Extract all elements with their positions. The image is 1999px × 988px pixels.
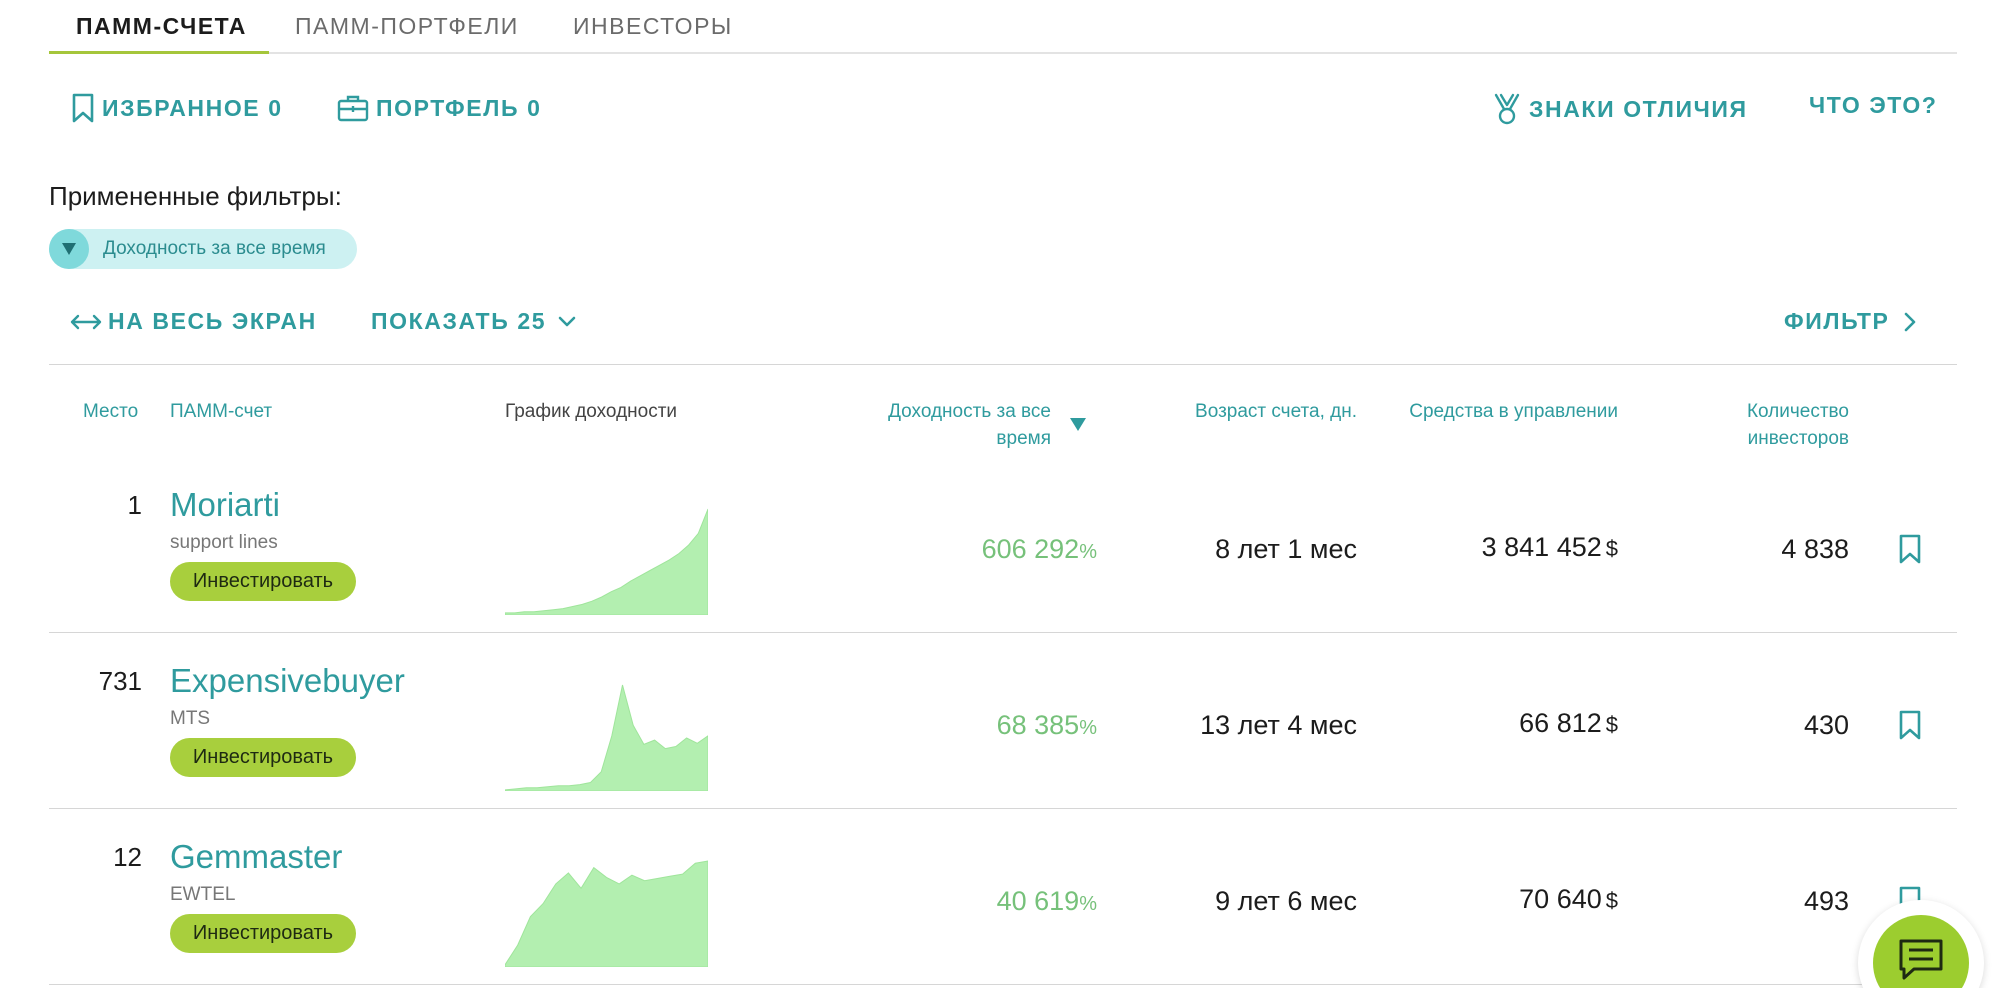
sort-desc-icon[interactable] xyxy=(1069,416,1087,432)
account-subtitle: EWTEL xyxy=(170,884,236,905)
currency-symbol: $ xyxy=(1605,536,1618,561)
table-top-divider xyxy=(49,364,1957,365)
filter-chip-label: Доходность за все время xyxy=(103,238,326,259)
header-account[interactable]: ПАММ-счет xyxy=(170,398,272,425)
account-age: 9 лет 6 мес xyxy=(1215,886,1357,916)
favorites-button[interactable]: ИЗБРАННОЕ 0 xyxy=(70,92,283,124)
applied-filters-title: Примененные фильтры: xyxy=(49,181,342,211)
account-subtitle: MTS xyxy=(170,708,211,729)
briefcase-icon xyxy=(337,95,369,122)
chevron-down-icon xyxy=(558,316,576,326)
fullscreen-label: НА ВЕСЬ ЭКРАН xyxy=(108,308,317,334)
table-row: 731 Expensivebuyer MTS Инвестировать 68 … xyxy=(0,650,1999,826)
table-row: 12 Gemmaster EWTEL Инвестировать 40 619%… xyxy=(0,826,1999,988)
invest-button[interactable]: Инвестировать xyxy=(170,914,356,953)
header-yield-line1: Доходность за все xyxy=(888,401,1051,422)
funds-amount: 66 812 xyxy=(1519,708,1602,738)
what-is-this-label: ЧТО ЭТО? xyxy=(1809,92,1938,118)
row-divider xyxy=(49,984,1957,985)
funds-amount: 70 640 xyxy=(1519,884,1602,914)
badges-button[interactable]: ЗНАКИ ОТЛИЧИЯ xyxy=(1491,92,1748,126)
yield-unit: % xyxy=(1079,717,1097,739)
account-name-link[interactable]: Gemmaster xyxy=(170,838,342,876)
sparkline-area xyxy=(505,860,708,967)
header-investors[interactable]: Количество инвесторов xyxy=(1747,398,1849,452)
medal-icon xyxy=(1494,93,1520,125)
badges-label: ЗНАКИ ОТЛИЧИЯ xyxy=(1529,95,1748,122)
yield-sparkline xyxy=(505,684,708,791)
what-is-this-link[interactable]: ЧТО ЭТО? xyxy=(1809,92,1938,119)
invest-button[interactable]: Инвестировать xyxy=(170,562,356,601)
account-type-tabs: ПАММ-СЧЕТА ПАММ-ПОРТФЕЛИ ИНВЕСТОРЫ xyxy=(49,0,1957,54)
page-size-label: ПОКАЗАТЬ 25 xyxy=(371,308,547,334)
portfolio-button[interactable]: ПОРТФЕЛЬ 0 xyxy=(336,92,541,124)
row-rank: 1 xyxy=(127,490,142,520)
table-row: 1 Moriarti support lines Инвестировать 6… xyxy=(0,474,1999,650)
active-tab-indicator xyxy=(49,51,269,54)
row-rank: 731 xyxy=(98,666,142,696)
account-age: 13 лет 4 мес xyxy=(1200,710,1357,740)
header-yield[interactable]: Доходность за все время xyxy=(888,398,1051,452)
filter-label: ФИЛЬТР xyxy=(1784,308,1890,334)
funds-under-management: 70 640 $ xyxy=(1519,884,1618,915)
funds-under-management: 3 841 452 $ xyxy=(1482,532,1618,563)
yield-sparkline xyxy=(505,508,708,615)
funds-under-management: 66 812 $ xyxy=(1519,708,1618,739)
yield-number: 68 385 xyxy=(996,710,1080,740)
yield-number: 40 619 xyxy=(996,886,1080,916)
investors-count: 493 xyxy=(1803,886,1849,916)
row-rank: 12 xyxy=(113,842,142,872)
tab-investors[interactable]: ИНВЕСТОРЫ xyxy=(573,13,733,40)
expand-horizontal-icon xyxy=(70,314,102,329)
page-size-dropdown[interactable]: ПОКАЗАТЬ 25 xyxy=(371,308,582,335)
yield-value: 68 385% xyxy=(997,710,1097,741)
tab-pamm-portfolios[interactable]: ПАММ-ПОРТФЕЛИ xyxy=(295,13,519,40)
row-divider xyxy=(49,632,1957,633)
header-investors-line2: инвесторов xyxy=(1747,428,1849,449)
yield-value: 606 292% xyxy=(982,534,1097,565)
bookmark-icon[interactable] xyxy=(1897,533,1923,565)
sparkline-area xyxy=(505,508,708,615)
sparkline-area xyxy=(505,684,708,791)
investors-count: 4 838 xyxy=(1781,534,1849,564)
chevron-right-icon xyxy=(1904,312,1915,331)
bookmark-icon[interactable] xyxy=(1897,709,1923,741)
header-investors-line1: Количество xyxy=(1746,401,1849,422)
chat-button-inner xyxy=(1873,915,1969,988)
yield-value: 40 619% xyxy=(997,886,1097,917)
header-age[interactable]: Возраст счета, дн. xyxy=(1195,398,1357,425)
yield-unit: % xyxy=(1079,893,1097,915)
account-name-link[interactable]: Moriarti xyxy=(170,486,280,524)
header-place[interactable]: Место xyxy=(83,398,138,425)
investors-count: 430 xyxy=(1803,710,1849,740)
currency-symbol: $ xyxy=(1605,888,1618,913)
filter-button[interactable]: ФИЛЬТР xyxy=(1784,308,1922,335)
header-chart: График доходности xyxy=(505,401,678,422)
yield-unit: % xyxy=(1079,541,1097,563)
chat-icon xyxy=(1899,939,1943,980)
funds-amount: 3 841 452 xyxy=(1481,532,1602,562)
portfolio-label: ПОРТФЕЛЬ 0 xyxy=(376,94,542,121)
bookmark-icon xyxy=(72,93,94,123)
header-funds[interactable]: Средства в управлении xyxy=(1409,398,1618,425)
row-divider xyxy=(49,808,1957,809)
account-name-link[interactable]: Expensivebuyer xyxy=(170,662,405,700)
account-subtitle: support lines xyxy=(170,532,278,553)
yield-sparkline xyxy=(505,860,708,967)
currency-symbol: $ xyxy=(1605,712,1618,737)
account-age: 8 лет 1 мес xyxy=(1215,534,1357,564)
filter-chip-yield-all-time[interactable]: Доходность за все время xyxy=(49,229,357,269)
favorites-label: ИЗБРАННОЕ 0 xyxy=(102,94,283,121)
tab-pamm-accounts[interactable]: ПАММ-СЧЕТА xyxy=(76,13,247,40)
header-yield-line2: время xyxy=(996,428,1051,449)
triangle-down-icon xyxy=(49,229,89,269)
invest-button[interactable]: Инвестировать xyxy=(170,738,356,777)
yield-number: 606 292 xyxy=(981,534,1080,564)
fullscreen-button[interactable]: НА ВЕСЬ ЭКРАН xyxy=(70,308,317,335)
